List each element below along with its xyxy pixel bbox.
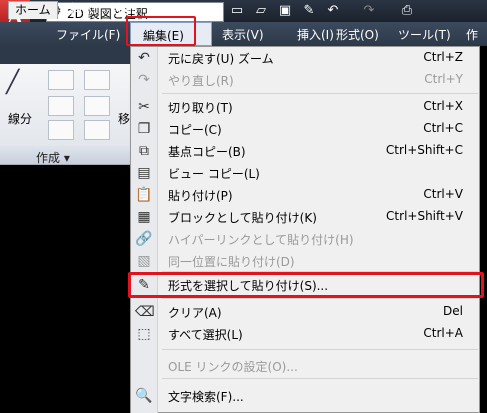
ellipse-icon[interactable] (48, 120, 74, 140)
line-tool-label[interactable]: 線分 (8, 110, 32, 127)
menu-item-shortcut: Ctrl+X (423, 99, 463, 113)
edit-menu-highlight (126, 16, 196, 46)
hatch-icon[interactable] (84, 120, 110, 140)
menu-separator (162, 93, 478, 94)
paste-hyperlink-icon: 🔗 (135, 231, 153, 247)
menu-item-label: ブロックとして貼り付け(K) (168, 211, 317, 225)
menu-item-4[interactable]: ⧉ 基点コピー(B) Ctrl+Shift+C (131, 140, 479, 162)
menu-item-shortcut: Ctrl+Y (424, 72, 463, 86)
menu-item-1[interactable]: ↷ やり直し(R) Ctrl+Y (131, 69, 479, 91)
menu-item-11[interactable]: ⌫ クリア(A) Del (131, 301, 479, 323)
menu-item-5[interactable]: ▤ ビュー コピー(L) (131, 162, 479, 184)
menu-item-label: コピー(C) (168, 123, 222, 137)
draw-panel-label[interactable]: 作成 ▾ (36, 149, 70, 166)
menu-item-shortcut: Ctrl+Shift+C (385, 143, 463, 157)
menu-item-13[interactable]: OLE リンクの設定(O)... (131, 355, 479, 377)
menu-item-14[interactable]: 🔍 文字検索(F)... (131, 385, 479, 407)
paste-special-highlight (128, 272, 484, 298)
new-icon[interactable]: ▭ (228, 3, 246, 19)
menu-item-label: 同一位置に貼り付け(D) (168, 255, 295, 269)
save-icon[interactable]: ▣ (276, 3, 294, 19)
menu-item-3[interactable]: ❐ コピー(C) Ctrl+C (131, 118, 479, 140)
menu-format[interactable]: 形式(O) (336, 26, 379, 43)
menu-item-label: クリア(A) (168, 306, 222, 320)
plot-icon[interactable]: ⎙ (398, 3, 416, 19)
copy-view-icon: ▤ (137, 165, 151, 181)
scissors-icon: ✂ (138, 99, 150, 115)
menu-item-shortcut: Ctrl+Z (423, 50, 463, 64)
select-all-icon: ⬚ (137, 326, 151, 342)
menu-item-label: すべて選択(L) (168, 328, 243, 342)
paste-block-icon: ▦ (137, 209, 151, 225)
move-tool-label[interactable]: 移 (118, 110, 130, 127)
paste-icon: 📋 (135, 187, 153, 203)
menu-insert[interactable]: 挿入(I) (297, 26, 334, 43)
menu-item-8[interactable]: 🔗 ハイパーリンクとして貼り付け(H) (131, 228, 479, 250)
menu-item-shortcut: Ctrl+Shift+V (386, 209, 463, 223)
menu-separator (162, 349, 478, 350)
menu-item-label: ビュー コピー(L) (168, 167, 260, 181)
arc-icon[interactable] (84, 70, 110, 90)
blank-icon (135, 357, 153, 375)
menu-view[interactable]: 表示(V) (222, 26, 264, 43)
copy-icon: ❐ (137, 121, 151, 137)
rectangle-icon[interactable] (84, 96, 110, 116)
menu-item-shortcut: Ctrl+C (423, 121, 463, 135)
menu-item-shortcut: Del (443, 304, 463, 318)
menu-separator (162, 298, 478, 299)
ribbon-tab-bar (0, 46, 130, 64)
paste-orig-icon: ▧ (137, 253, 151, 269)
menu-item-label: ハイパーリンクとして貼り付け(H) (168, 233, 354, 247)
menu-file[interactable]: ファイル(F) (56, 26, 120, 43)
redo-icon[interactable]: ↷ (360, 3, 378, 19)
menu-item-label: やり直し(R) (168, 74, 234, 88)
menu-item-label: OLE リンクの設定(O)... (168, 360, 298, 374)
redo-icon: ↷ (138, 72, 150, 88)
tab-insert[interactable]: 挿入 (64, 1, 100, 18)
menu-separator (162, 378, 478, 379)
circle-icon[interactable] (48, 96, 74, 116)
menu-item-9[interactable]: ▧ 同一位置に貼り付け(D) (131, 250, 479, 272)
undo-icon[interactable]: ↶ (324, 3, 342, 19)
menu-item-2[interactable]: ✂ 切り取り(T) Ctrl+X (131, 96, 479, 118)
tab-home[interactable]: ホーム (8, 1, 58, 19)
menu-item-0[interactable]: ↶ 元に戻す(U) ズーム Ctrl+Z (131, 47, 479, 69)
menu-item-7[interactable]: ▦ ブロックとして貼り付け(K) Ctrl+Shift+V (131, 206, 479, 228)
menu-item-shortcut: Ctrl+V (423, 187, 463, 201)
menu-draw[interactable]: 作 (466, 26, 478, 43)
menu-item-label: 元に戻す(U) ズーム (168, 52, 274, 66)
menu-item-label: 文字検索(F)... (168, 390, 244, 404)
copy-base-icon: ⧉ (139, 143, 149, 159)
find-icon: 🔍 (135, 388, 153, 404)
saveas-icon[interactable]: ✎ (300, 3, 318, 19)
line-icon[interactable]: ╱ (6, 70, 34, 100)
menu-item-6[interactable]: 📋 貼り付け(P) Ctrl+V (131, 184, 479, 206)
undo-icon: ↶ (138, 50, 150, 66)
menu-item-shortcut: Ctrl+A (423, 326, 463, 340)
menu-item-12[interactable]: ⬚ すべて選択(L) Ctrl+A (131, 323, 479, 345)
erase-icon: ⌫ (135, 304, 155, 320)
drawing-canvas[interactable] (0, 166, 130, 413)
menu-tools[interactable]: ツール(T) (398, 26, 451, 43)
menu-item-label: 貼り付け(P) (168, 189, 233, 203)
open-icon[interactable]: ▱ (252, 3, 270, 19)
polyline-icon[interactable] (48, 70, 74, 90)
menu-item-label: 切り取り(T) (168, 101, 233, 115)
menu-item-label: 基点コピー(B) (168, 145, 246, 159)
